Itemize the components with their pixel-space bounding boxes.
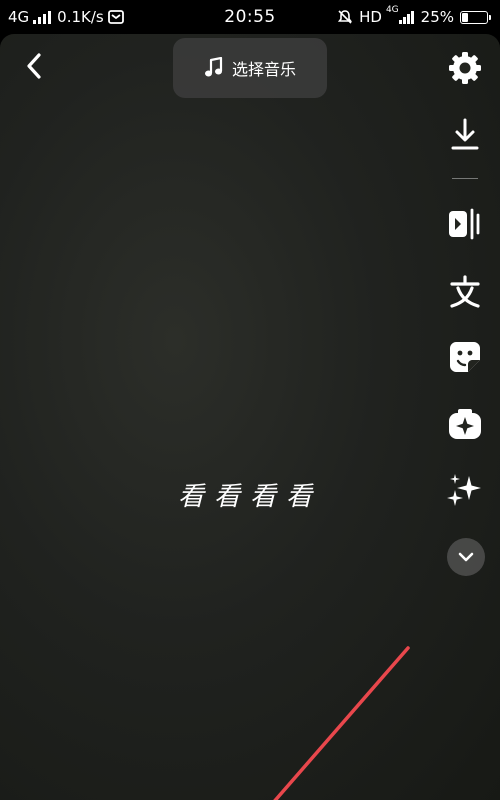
effects-button[interactable] [445,404,485,444]
effects-icon [449,409,481,439]
download-icon [451,118,479,150]
message-icon [107,10,124,24]
camera-screen: 4G 0.1K/s 20:55 HD 4G 25% 选择音乐 看看看看 [0,0,500,800]
text-button[interactable] [445,272,485,312]
flip-button[interactable] [445,204,485,244]
red-annotation-line [273,646,410,800]
sticker-icon [450,342,480,372]
camera-viewport[interactable]: 选择音乐 看看看看 [0,34,500,800]
gear-icon [449,52,481,84]
mute-bell-icon [338,10,353,24]
network-type: 4G [8,8,30,26]
text-icon [450,275,480,308]
hd-label: HD [359,8,382,26]
back-button[interactable] [16,48,52,84]
battery-icon [460,10,491,24]
network-speed: 0.1K/s [57,8,104,26]
flip-icon [449,208,480,240]
status-left: 4G 0.1K/s [8,8,198,26]
battery-fill [462,12,468,22]
status-right: HD 4G 25% [302,5,492,26]
network-right: 4G [386,5,415,24]
sticker-button[interactable] [445,337,485,377]
network-right-label: 4G [385,5,399,15]
download-button[interactable] [445,114,485,154]
status-bar: 4G 0.1K/s 20:55 HD 4G 25% [0,0,500,34]
caption-text: 看看看看 [177,482,322,512]
battery-percent: 25% [420,8,454,26]
music-note-icon [204,57,223,77]
signal-icon-right [398,11,414,24]
select-music-button[interactable]: 选择音乐 [173,38,327,98]
chevron-down-icon [458,552,474,562]
signal-icon [33,11,52,24]
status-time: 20:55 [224,7,276,27]
more-tools-button[interactable] [447,538,485,576]
chevron-left-icon [27,53,41,79]
toolbar-divider [452,178,478,179]
select-music-label: 选择音乐 [231,60,296,79]
settings-button[interactable] [445,48,485,88]
